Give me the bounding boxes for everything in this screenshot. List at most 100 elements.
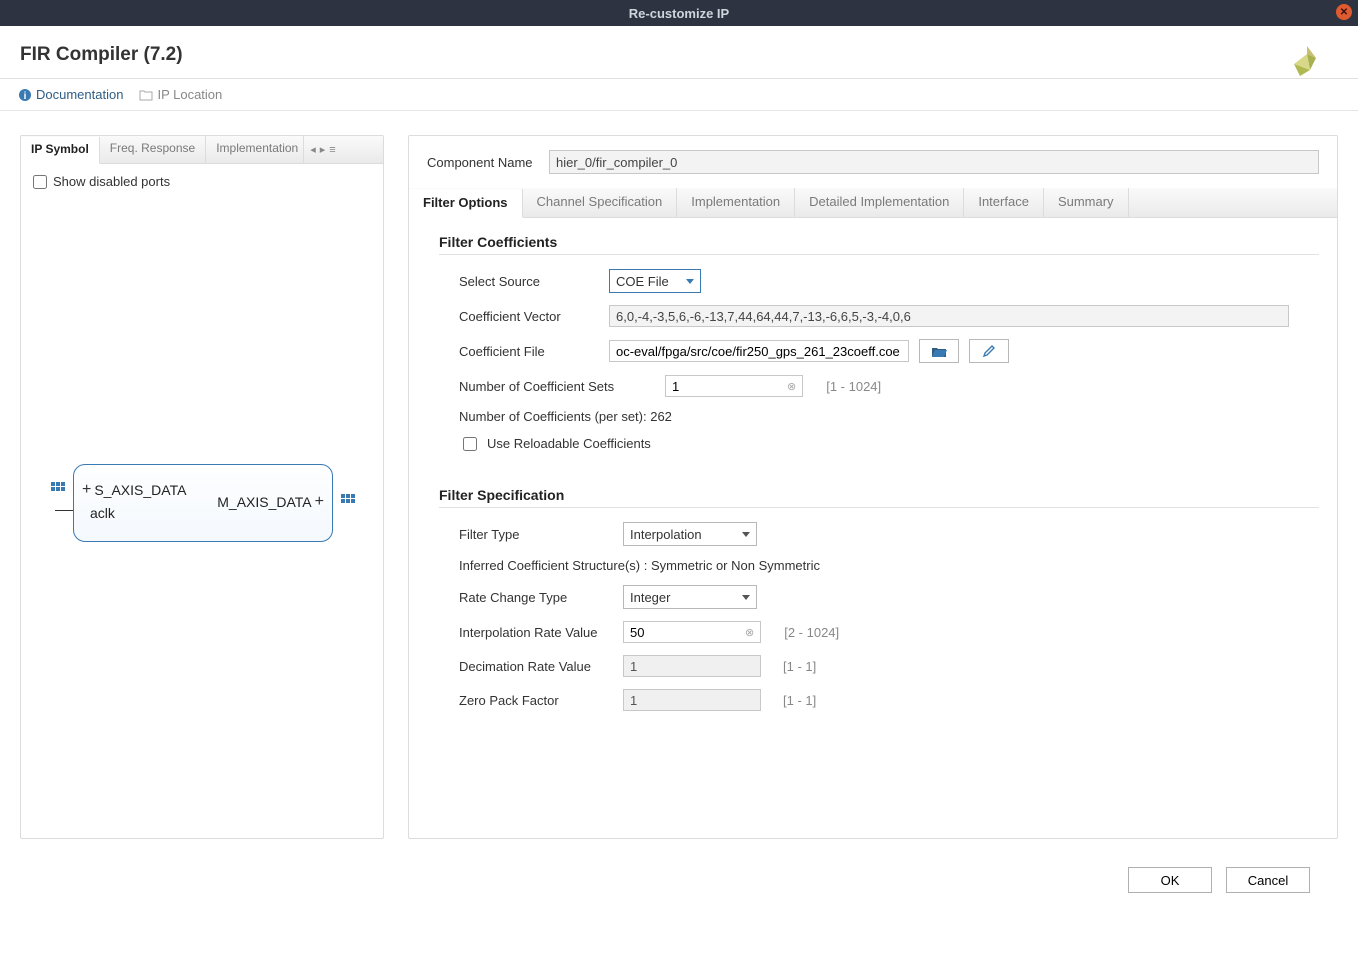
- folder-icon: [139, 89, 153, 101]
- header: FIR Compiler (7.2): [0, 26, 1358, 79]
- component-name-row: Component Name: [427, 150, 1319, 174]
- coeff-vector-row: Coefficient Vector: [439, 305, 1319, 327]
- toolbar: i Documentation IP Location: [0, 79, 1358, 111]
- right-tabs: Filter Options Channel Specification Imp…: [409, 188, 1337, 218]
- interp-rate-range: [2 - 1024]: [784, 625, 839, 640]
- tab-ip-symbol[interactable]: IP Symbol: [21, 137, 100, 164]
- tab-implementation-left[interactable]: Implementation: [206, 136, 304, 163]
- expand-icon[interactable]: +: [315, 493, 324, 511]
- bus-icon-right: [341, 494, 355, 503]
- decim-rate-label: Decimation Rate Value: [459, 659, 613, 674]
- zero-pack-label: Zero Pack Factor: [459, 693, 613, 708]
- interp-rate-label: Interpolation Rate Value: [459, 625, 613, 640]
- tab-nav: ◂ ▸ ≡: [304, 136, 341, 163]
- num-sets-input[interactable]: [665, 375, 803, 397]
- port-m-axis-data: M_AXIS_DATA +: [217, 493, 324, 511]
- port-aclk: aclk: [90, 505, 115, 521]
- edit-button[interactable]: [969, 339, 1009, 363]
- show-disabled-row[interactable]: Show disabled ports: [33, 174, 371, 189]
- chevron-right-icon[interactable]: ▸: [320, 143, 326, 156]
- select-source-row: Select Source COE File: [439, 269, 1319, 293]
- port-s-axis-label: S_AXIS_DATA: [94, 482, 186, 498]
- port-s-axis-data: + S_AXIS_DATA: [82, 481, 186, 499]
- left-panel: IP Symbol Freq. Response Implementation …: [20, 135, 384, 839]
- ok-button[interactable]: OK: [1128, 867, 1212, 893]
- show-disabled-label: Show disabled ports: [53, 174, 170, 189]
- footer: OK Cancel: [0, 851, 1358, 893]
- filter-type-label: Filter Type: [459, 527, 613, 542]
- num-sets-range: [1 - 1024]: [826, 379, 881, 394]
- num-per-set-info: Number of Coefficients (per set): 262: [439, 409, 1319, 424]
- rate-change-dropdown[interactable]: Integer: [623, 585, 757, 609]
- decim-rate-range: [1 - 1]: [783, 659, 816, 674]
- expand-icon[interactable]: +: [82, 481, 91, 499]
- coeff-vector-input[interactable]: [609, 305, 1289, 327]
- filter-type-dropdown[interactable]: Interpolation: [623, 522, 757, 546]
- filter-coefficients-heading: Filter Coefficients: [439, 234, 1319, 250]
- ip-symbol-diagram: + S_AXIS_DATA aclk M_AXIS_DATA +: [73, 464, 333, 542]
- filter-specification-section: Filter Specification Filter Type Interpo…: [427, 471, 1319, 731]
- ip-location-label: IP Location: [157, 87, 222, 102]
- decim-rate-row: Decimation Rate Value [1 - 1]: [439, 655, 1319, 677]
- tab-interface[interactable]: Interface: [964, 188, 1044, 217]
- num-sets-label: Number of Coefficient Sets: [459, 379, 655, 394]
- window-titlebar: Re-customize IP ✕: [0, 0, 1358, 26]
- menu-icon[interactable]: ≡: [329, 144, 335, 156]
- close-icon[interactable]: ✕: [1336, 4, 1352, 20]
- interp-rate-row: Interpolation Rate Value ⊗ [2 - 1024]: [439, 621, 1319, 643]
- clear-icon[interactable]: ⊗: [745, 626, 754, 639]
- component-name-label: Component Name: [427, 155, 539, 170]
- folder-open-icon: [931, 345, 947, 358]
- coeff-file-input[interactable]: [609, 340, 909, 362]
- tab-detailed-implementation[interactable]: Detailed Implementation: [795, 188, 964, 217]
- chevron-down-icon: [742, 532, 750, 537]
- ip-location-link[interactable]: IP Location: [139, 87, 222, 102]
- browse-button[interactable]: [919, 339, 959, 363]
- zero-pack-row: Zero Pack Factor [1 - 1]: [439, 689, 1319, 711]
- chevron-down-icon: [686, 279, 694, 284]
- zero-pack-input: [623, 689, 761, 711]
- clear-icon[interactable]: ⊗: [787, 380, 796, 393]
- filter-type-value: Interpolation: [630, 527, 702, 542]
- coeff-vector-label: Coefficient Vector: [459, 309, 599, 324]
- ip-box: + S_AXIS_DATA aclk M_AXIS_DATA +: [73, 464, 333, 542]
- documentation-link[interactable]: i Documentation: [18, 87, 123, 102]
- tab-channel-specification[interactable]: Channel Specification: [523, 188, 678, 217]
- tab-summary[interactable]: Summary: [1044, 188, 1129, 217]
- xilinx-logo-icon: [1286, 44, 1328, 80]
- window-title: Re-customize IP: [629, 6, 729, 21]
- cancel-button[interactable]: Cancel: [1226, 867, 1310, 893]
- tab-filter-options[interactable]: Filter Options: [409, 189, 523, 218]
- show-disabled-checkbox[interactable]: [33, 175, 47, 189]
- rate-change-value: Integer: [630, 590, 670, 605]
- info-icon: i: [18, 88, 32, 102]
- port-aclk-label: aclk: [90, 505, 115, 521]
- decim-rate-input: [623, 655, 761, 677]
- right-panel: Component Name Filter Options Channel Sp…: [408, 135, 1338, 839]
- reloadable-label: Use Reloadable Coefficients: [487, 436, 651, 451]
- bus-icon-left: [51, 482, 65, 491]
- chevron-left-icon[interactable]: ◂: [310, 143, 316, 156]
- chevron-down-icon: [742, 595, 750, 600]
- interp-rate-input[interactable]: [623, 621, 761, 643]
- coeff-file-row: Coefficient File: [439, 339, 1319, 363]
- svg-text:i: i: [24, 91, 27, 102]
- port-m-axis-label: M_AXIS_DATA: [217, 494, 311, 510]
- tab-freq-response[interactable]: Freq. Response: [100, 136, 206, 163]
- select-source-value: COE File: [616, 274, 669, 289]
- left-tabs: IP Symbol Freq. Response Implementation …: [21, 136, 383, 164]
- documentation-label: Documentation: [36, 87, 123, 102]
- reloadable-row: Use Reloadable Coefficients: [439, 436, 1319, 451]
- component-name-input[interactable]: [549, 150, 1319, 174]
- pencil-icon: [982, 344, 996, 358]
- main-content: IP Symbol Freq. Response Implementation …: [0, 111, 1358, 851]
- select-source-dropdown[interactable]: COE File: [609, 269, 701, 293]
- wire-aclk: [55, 510, 73, 511]
- select-source-label: Select Source: [459, 274, 599, 289]
- page-title: FIR Compiler (7.2): [20, 44, 183, 65]
- reloadable-checkbox[interactable]: [463, 437, 477, 451]
- inferred-structure-info: Inferred Coefficient Structure(s) : Symm…: [439, 558, 1319, 573]
- tab-implementation[interactable]: Implementation: [677, 188, 795, 217]
- num-sets-row: Number of Coefficient Sets ⊗ [1 - 1024]: [439, 375, 1319, 397]
- rate-change-label: Rate Change Type: [459, 590, 613, 605]
